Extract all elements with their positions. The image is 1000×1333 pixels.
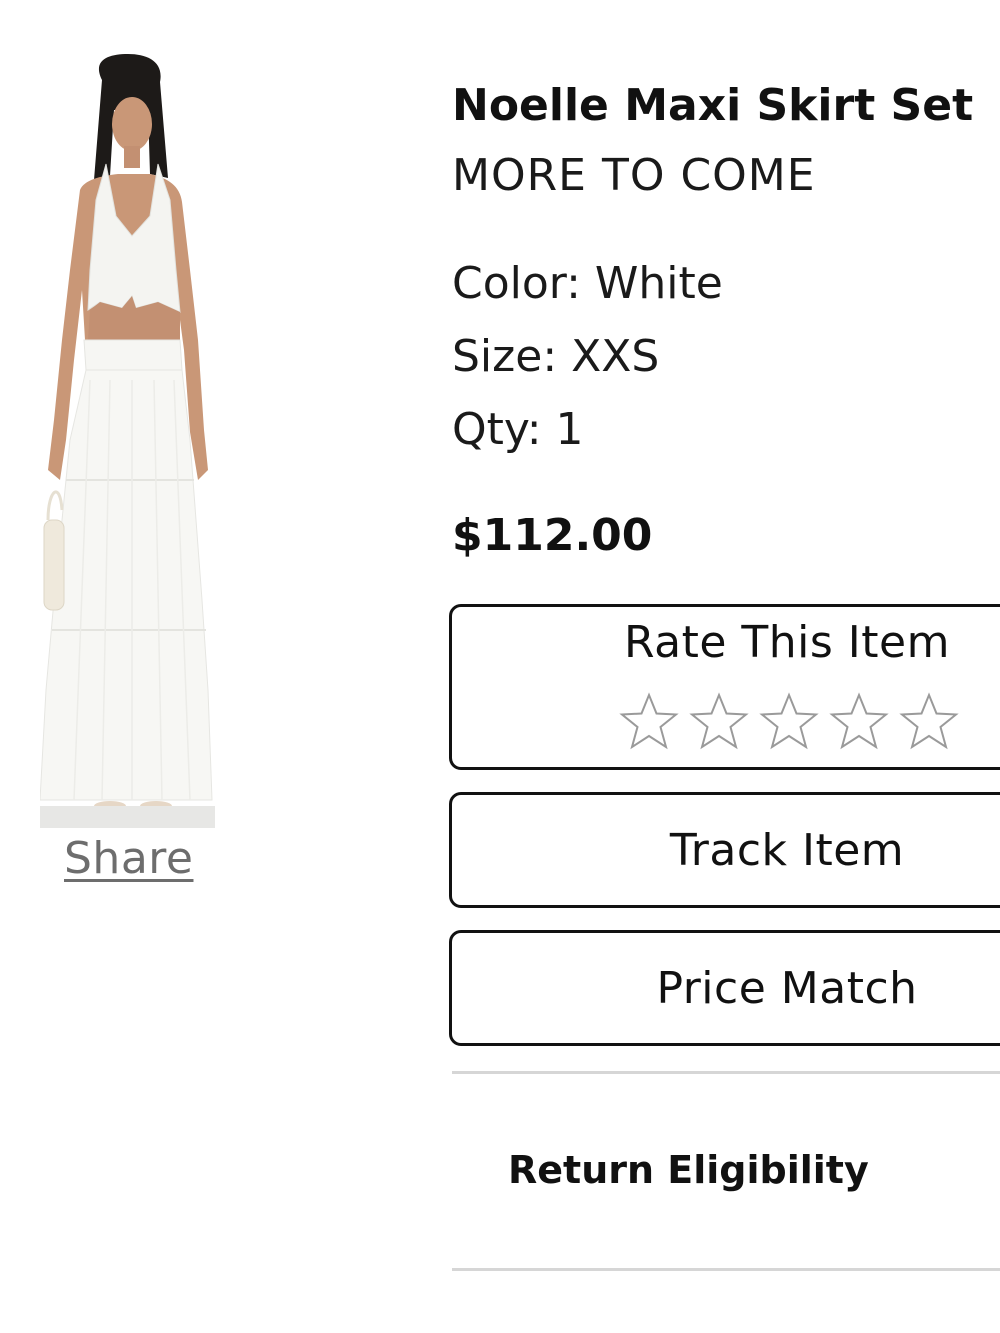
rate-item-label: Rate This Item xyxy=(624,617,950,668)
price-match-label: Price Match xyxy=(656,963,918,1014)
return-eligibility-toggle[interactable]: Return Eligibility xyxy=(508,1148,869,1192)
star-outline-icon[interactable] xyxy=(758,691,820,753)
star-rating xyxy=(618,691,960,753)
track-item-label: Track Item xyxy=(669,825,905,876)
image-floor xyxy=(40,806,215,828)
track-item-button[interactable]: Track Item xyxy=(449,792,1000,908)
share-link[interactable]: Share xyxy=(64,833,193,884)
product-size: Size: XXS xyxy=(452,331,660,382)
brand-name[interactable]: MORE TO COME xyxy=(452,150,816,201)
product-qty: Qty: 1 xyxy=(452,404,584,455)
product-image[interactable] xyxy=(40,40,215,828)
star-outline-icon[interactable] xyxy=(828,691,890,753)
divider xyxy=(452,1268,1000,1271)
price-match-button[interactable]: Price Match xyxy=(449,930,1000,1046)
star-outline-icon[interactable] xyxy=(688,691,750,753)
product-photo-illustration xyxy=(40,54,213,811)
divider xyxy=(452,1071,1000,1074)
star-outline-icon[interactable] xyxy=(618,691,680,753)
product-name[interactable]: Noelle Maxi Skirt Set xyxy=(452,80,973,131)
product-price: $112.00 xyxy=(452,510,653,561)
star-outline-icon[interactable] xyxy=(898,691,960,753)
rate-item-box: Rate This Item xyxy=(449,604,1000,770)
product-color: Color: White xyxy=(452,258,723,309)
